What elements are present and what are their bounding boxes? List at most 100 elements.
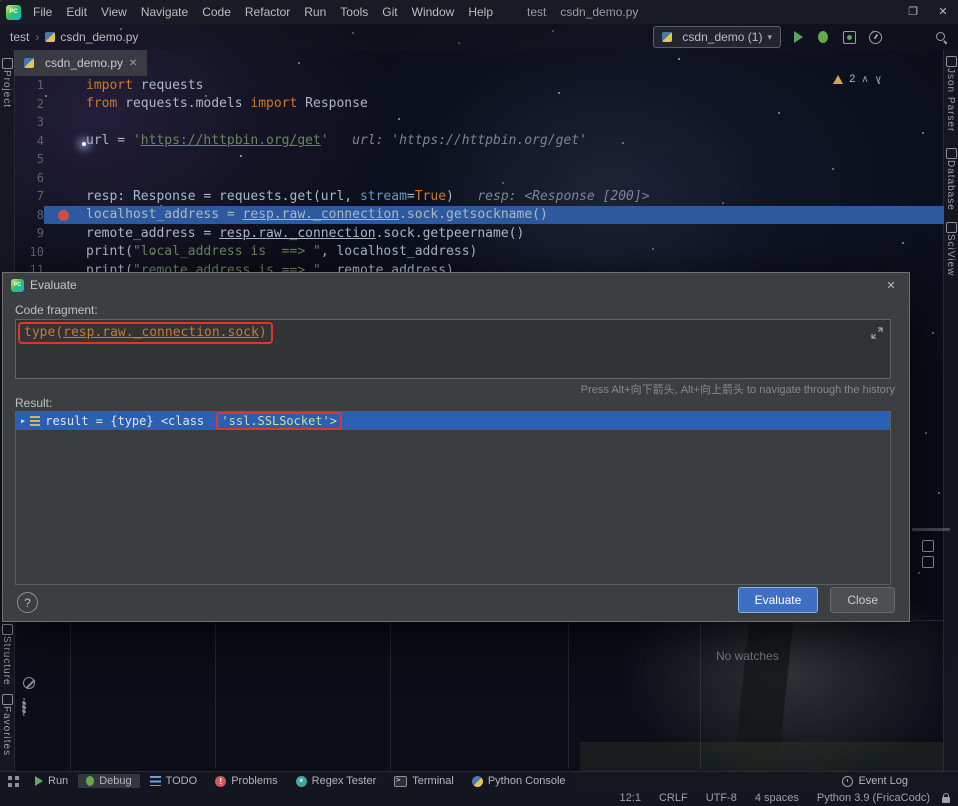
gutter[interactable] bbox=[44, 243, 86, 262]
profiler-button[interactable] bbox=[869, 30, 882, 44]
code-line-current[interactable]: 8 localhost_address = resp.raw._connecti… bbox=[14, 205, 944, 225]
code-segment: import bbox=[250, 96, 298, 112]
code-text[interactable]: resp: Response = requests.get(url, strea… bbox=[86, 189, 944, 204]
search-everywhere-icon[interactable] bbox=[935, 31, 948, 44]
sidebar-item-sciview[interactable]: SciView bbox=[945, 234, 956, 276]
code-text[interactable]: import requests bbox=[86, 78, 944, 93]
coverage-button[interactable] bbox=[843, 30, 856, 44]
code-line[interactable]: 4 url = 'https://httpbin.org/get' url: '… bbox=[14, 132, 944, 151]
settings-gear-icon[interactable] bbox=[22, 698, 26, 716]
toolwindow-problems[interactable]: Problems bbox=[207, 774, 285, 788]
expand-node-icon[interactable]: ▶ bbox=[21, 417, 25, 425]
code-line[interactable]: 6 bbox=[14, 169, 944, 188]
toolwindow-run[interactable]: Run bbox=[27, 774, 76, 788]
menu-refactor[interactable]: Refactor bbox=[238, 0, 297, 24]
code-line[interactable]: 7 resp: Response = requests.get(url, str… bbox=[14, 187, 944, 206]
code-line[interactable]: 3 bbox=[14, 113, 944, 132]
file-encoding[interactable]: UTF-8 bbox=[706, 792, 737, 804]
panel-icon[interactable] bbox=[922, 540, 934, 552]
code-editor[interactable]: 2 ∧ ∨ 1 import requests 2 from requests.… bbox=[14, 73, 944, 280]
result-tree-node[interactable]: ▶ result = {type} <class 'ssl.SSLSocket'… bbox=[16, 412, 890, 430]
debug-button[interactable] bbox=[818, 31, 828, 43]
code-text[interactable]: print("local_address is ==> ", localhost… bbox=[86, 244, 944, 259]
mute-breakpoints-icon[interactable] bbox=[22, 677, 35, 689]
evaluate-dialog-titlebar[interactable]: PC Evaluate ✕ bbox=[3, 273, 909, 297]
dialog-close-icon[interactable]: ✕ bbox=[881, 279, 901, 292]
interpreter[interactable]: Python 3.9 (FricaCodc) bbox=[817, 792, 930, 804]
gutter[interactable] bbox=[44, 224, 86, 243]
caret-position[interactable]: 12:1 bbox=[620, 792, 641, 804]
code-line[interactable]: 5 bbox=[14, 150, 944, 169]
sidebar-item-project[interactable]: Project bbox=[1, 70, 12, 108]
gutter[interactable] bbox=[44, 95, 86, 114]
code-text[interactable]: from requests.models import Response bbox=[86, 96, 944, 111]
mini-scrollbar[interactable] bbox=[912, 528, 950, 531]
close-button[interactable]: Close bbox=[830, 587, 895, 613]
sidebar-item-json-parser[interactable]: Json Parser bbox=[945, 68, 956, 132]
gutter[interactable] bbox=[44, 113, 86, 132]
gutter[interactable] bbox=[44, 206, 86, 225]
menu-tools[interactable]: Tools bbox=[333, 0, 375, 24]
gutter[interactable] bbox=[44, 150, 86, 169]
debug-panel: No watches bbox=[0, 620, 958, 773]
code-line[interactable]: 9 remote_address = resp.raw._connection.… bbox=[14, 224, 944, 243]
code-line[interactable]: 10 print("local_address is ==> ", localh… bbox=[14, 243, 944, 262]
line-ending[interactable]: CRLF bbox=[659, 792, 688, 804]
menu-run[interactable]: Run bbox=[297, 0, 333, 24]
gutter[interactable] bbox=[44, 132, 86, 151]
menu-window[interactable]: Window bbox=[405, 0, 462, 24]
toolwindow-debug[interactable]: Debug bbox=[78, 774, 140, 788]
menu-view[interactable]: View bbox=[94, 0, 134, 24]
run-configuration-select[interactable]: csdn_demo (1) ▾ bbox=[653, 26, 781, 48]
toolwindow-regex-tester[interactable]: Regex Tester bbox=[288, 774, 385, 788]
sidebar-item-favorites[interactable]: Favorites bbox=[1, 706, 12, 756]
gutter[interactable] bbox=[44, 76, 86, 95]
toolwindow-todo[interactable]: TODO bbox=[142, 774, 206, 788]
code-fragment-input[interactable]: type(resp.raw._connection.sock) bbox=[15, 319, 891, 379]
inline-debug-hint: url: 'https://httpbin.org/get' bbox=[328, 133, 587, 149]
evaluate-button[interactable]: Evaluate bbox=[737, 587, 819, 613]
todo-list-icon bbox=[149, 776, 161, 786]
code-line[interactable]: 1 import requests bbox=[14, 76, 944, 95]
event-log-button[interactable]: Event Log bbox=[834, 774, 916, 788]
code-segment: Response bbox=[297, 96, 368, 112]
lock-icon[interactable] bbox=[942, 793, 950, 803]
line-number: 4 bbox=[36, 133, 44, 148]
code-text[interactable]: localhost_address = resp.raw._connection… bbox=[86, 207, 944, 222]
code-line[interactable]: 2 from requests.models import Response bbox=[14, 95, 944, 114]
gutter[interactable] bbox=[44, 187, 86, 206]
breakpoint-icon[interactable] bbox=[58, 209, 69, 221]
panel-icon[interactable] bbox=[922, 556, 934, 568]
menu-edit[interactable]: Edit bbox=[59, 0, 94, 24]
menu-file[interactable]: File bbox=[26, 0, 59, 24]
database-icon bbox=[946, 148, 957, 159]
breadcrumb-project[interactable]: test bbox=[10, 30, 29, 44]
tab-close-icon[interactable]: ✕ bbox=[129, 58, 137, 69]
tab-label: csdn_demo.py bbox=[45, 56, 124, 70]
menu-help[interactable]: Help bbox=[461, 0, 500, 24]
close-window-icon[interactable]: ✕ bbox=[928, 0, 958, 24]
breadcrumb-file[interactable]: csdn_demo.py bbox=[60, 30, 138, 44]
toolwindow-python-console[interactable]: Python Console bbox=[464, 774, 574, 788]
code-text[interactable]: remote_address = resp.raw._connection.so… bbox=[86, 226, 944, 241]
sidebar-item-structure[interactable]: Structure bbox=[1, 636, 12, 686]
debug-toolbar bbox=[22, 629, 35, 737]
menu-navigate[interactable]: Navigate bbox=[134, 0, 195, 24]
run-button[interactable] bbox=[794, 31, 803, 43]
toolwindow-terminal[interactable]: Terminal bbox=[386, 774, 462, 788]
menu-git[interactable]: Git bbox=[375, 0, 404, 24]
expand-editor-icon[interactable] bbox=[871, 327, 883, 343]
help-button[interactable]: ? bbox=[17, 592, 38, 613]
sciview-icon bbox=[946, 222, 957, 233]
sidebar-item-database[interactable]: Database bbox=[945, 160, 956, 211]
gutter[interactable] bbox=[44, 169, 86, 188]
tab-csdn-demo[interactable]: csdn_demo.py ✕ bbox=[14, 50, 148, 76]
menu-code[interactable]: Code bbox=[195, 0, 238, 24]
indent-style[interactable]: 4 spaces bbox=[755, 792, 799, 804]
code-text[interactable]: url = 'https://httpbin.org/get' url: 'ht… bbox=[86, 133, 944, 148]
tool-windows-icon[interactable] bbox=[8, 775, 19, 787]
restore-window-icon[interactable]: ❐ bbox=[898, 0, 928, 24]
pycharm-logo-icon: PC bbox=[6, 4, 21, 20]
python-file-icon bbox=[662, 32, 673, 42]
terminal-icon bbox=[394, 775, 408, 787]
